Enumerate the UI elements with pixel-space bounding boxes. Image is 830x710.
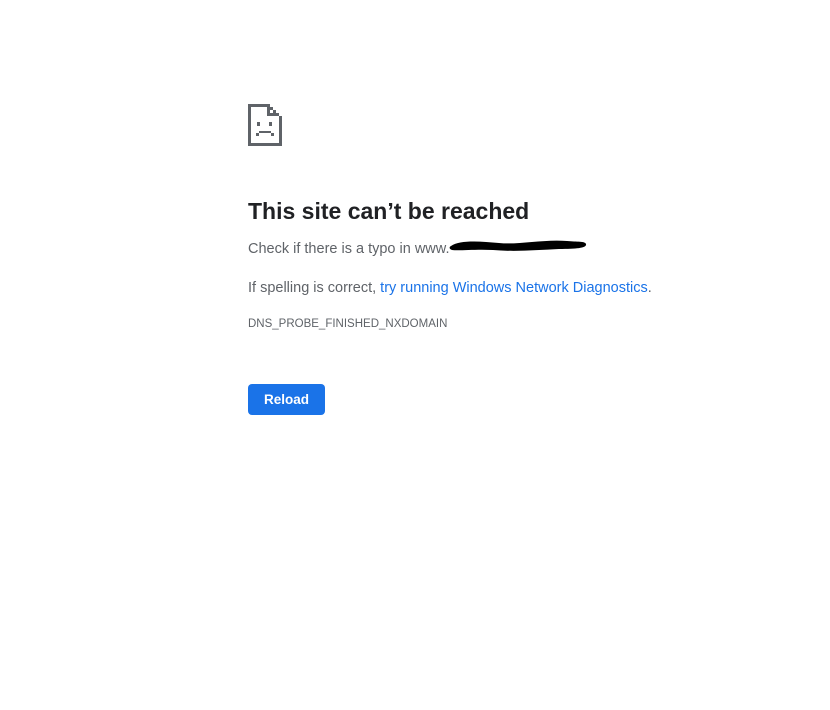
page-title: This site can’t be reached — [248, 198, 530, 224]
network-diagnostics-link[interactable]: try running Windows Network Diagnostics — [380, 280, 648, 296]
spelling-message: If spelling is correct, try running Wind… — [248, 278, 808, 298]
redacted-domain — [449, 237, 587, 259]
reload-button[interactable]: Reload — [248, 384, 326, 416]
error-page: This site can’t be reached Check if ther… — [0, 0, 830, 710]
sad-page-icon — [248, 104, 808, 146]
typo-message: Check if there is a typo in www. — [248, 238, 808, 260]
spelling-message-text: If spelling is correct, — [248, 279, 381, 296]
error-code: DNS_PROBE_FINISHED_NXDOMAIN — [248, 318, 448, 331]
error-content: This site can’t be reached Check if ther… — [248, 104, 808, 416]
spelling-message-end: . — [647, 279, 652, 296]
typo-message-text: Check if there is a typo in www. — [248, 240, 450, 257]
